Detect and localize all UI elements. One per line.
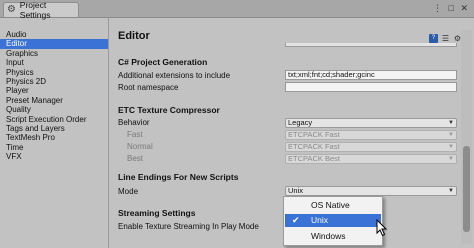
normal-value: ETCPACK Fast <box>288 142 340 151</box>
presets-icon[interactable]: ☰ <box>441 34 450 43</box>
menu-item-label: Unix <box>311 215 329 225</box>
sidebar-item-quality[interactable]: Quality <box>0 105 108 114</box>
settings-category-list: Audio Editor Graphics Input Physics Phys… <box>0 30 108 248</box>
project-settings-tab[interactable]: ⚙ Project Settings <box>3 0 79 20</box>
sidebar-item-editor[interactable]: Editor <box>0 39 108 49</box>
best-dropdown: ETCPACK Best ▼ <box>285 154 457 164</box>
sidebar-item-audio[interactable]: Audio <box>0 30 108 39</box>
section-etc-heading: ETC Texture Compressor <box>118 105 220 115</box>
menu-item-unix[interactable]: ✔ Unix <box>285 214 381 227</box>
menu-item-label: Windows <box>311 231 346 241</box>
sidebar-item-graphics[interactable]: Graphics <box>0 49 108 58</box>
scrollbar-thumb[interactable] <box>463 146 470 232</box>
header-icons: ? ☰ ⚙ <box>429 34 462 43</box>
sidebar-item-tags-and-layers[interactable]: Tags and Layers <box>0 124 108 133</box>
title-tab-bar: ⚙ Project Settings ⋮ □ ✕ <box>0 0 474 20</box>
menu-item-label: OS Native <box>311 200 350 210</box>
fast-dropdown: ETCPACK Fast ▼ <box>285 130 457 140</box>
behavior-value: Legacy <box>288 118 313 127</box>
sidebar-item-time[interactable]: Time <box>0 143 108 152</box>
root-namespace-label: Root namespace <box>118 83 179 92</box>
fast-label: Fast <box>127 130 143 139</box>
page-title: Editor <box>118 30 150 42</box>
menu-item-os-native[interactable]: OS Native <box>285 199 381 212</box>
gear-icon: ⚙ <box>7 4 16 15</box>
scrolled-field-edge <box>285 43 457 47</box>
section-csharp-heading: C# Project Generation <box>118 57 208 67</box>
enable-texture-streaming-label: Enable Texture Streaming In Play Mode <box>118 222 259 231</box>
panel-splitter[interactable] <box>108 18 109 248</box>
help-book-icon[interactable]: ? <box>429 34 438 43</box>
additional-extensions-label: Additional extensions to include <box>118 71 231 80</box>
normal-label: Normal <box>127 142 153 151</box>
chevron-down-icon: ▼ <box>448 156 454 162</box>
section-streaming-heading: Streaming Settings <box>118 208 196 218</box>
window-controls[interactable]: ⋮ □ ✕ <box>433 3 470 14</box>
sidebar-item-script-execution-order[interactable]: Script Execution Order <box>0 115 108 124</box>
menu-item-windows[interactable]: Windows <box>285 230 381 243</box>
behavior-label: Behavior <box>118 118 150 127</box>
sidebar-item-physics[interactable]: Physics <box>0 68 108 77</box>
sidebar-item-preset-manager[interactable]: Preset Manager <box>0 96 108 105</box>
section-line-endings-heading: Line Endings For New Scripts <box>118 172 239 182</box>
chevron-down-icon: ▼ <box>448 188 454 194</box>
fast-value: ETCPACK Fast <box>288 130 340 139</box>
mode-dropdown-menu: OS Native ✔ Unix Windows <box>283 196 383 246</box>
behavior-dropdown[interactable]: Legacy ▼ <box>285 118 457 128</box>
chevron-down-icon: ▼ <box>448 120 454 126</box>
sidebar-item-input[interactable]: Input <box>0 58 108 67</box>
chevron-down-icon: ▼ <box>448 144 454 150</box>
tab-title: Project Settings <box>19 0 51 20</box>
checkmark-icon: ✔ <box>292 215 300 225</box>
mode-dropdown[interactable]: Unix ▼ <box>285 186 457 196</box>
mouse-cursor-icon <box>376 219 388 237</box>
sidebar-item-physics-2d[interactable]: Physics 2D <box>0 77 108 86</box>
sidebar-item-player[interactable]: Player <box>0 86 108 95</box>
root-namespace-input[interactable] <box>285 82 457 92</box>
best-value: ETCPACK Best <box>288 154 340 163</box>
sidebar-item-vfx[interactable]: VFX <box>0 152 108 161</box>
chevron-down-icon: ▼ <box>448 132 454 138</box>
sidebar-item-textmesh-pro[interactable]: TextMesh Pro <box>0 133 108 142</box>
additional-extensions-input[interactable]: txt;xml;fnt;cd;shader;gcinc <box>285 70 457 80</box>
mode-label: Mode <box>118 187 139 196</box>
mode-value: Unix <box>288 186 304 195</box>
normal-dropdown: ETCPACK Fast ▼ <box>285 142 457 152</box>
best-label: Best <box>127 154 144 163</box>
